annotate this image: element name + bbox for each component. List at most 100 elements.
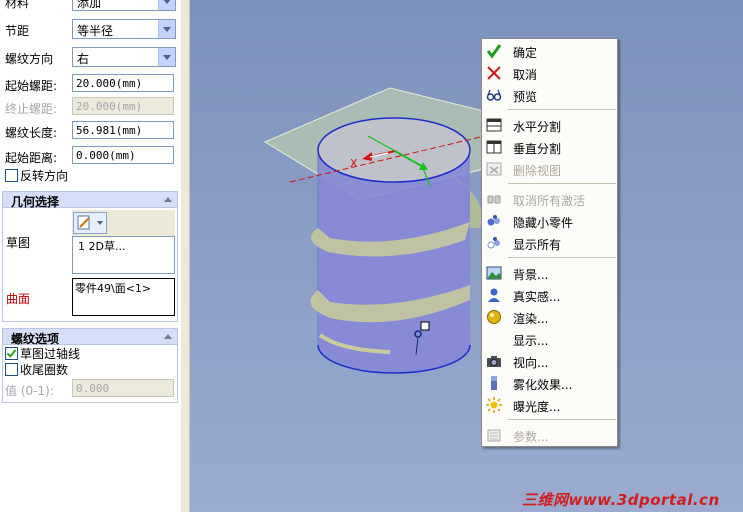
- start-pitch-label: 起始螺距:: [5, 79, 58, 93]
- geometry-section-body: 草图 1 2D草... 曲面 零件49\面<1>: [2, 208, 178, 322]
- end-pitch-input: 20.000(mm): [72, 97, 174, 115]
- menu-item-preview[interactable]: 预览: [482, 84, 617, 106]
- reverse-label: 反转方向: [20, 169, 69, 183]
- menu-item-label: 参数...: [513, 430, 549, 444]
- surface-value: 零件49\面<1>: [75, 282, 152, 295]
- menu-separator: [508, 419, 616, 420]
- tail-turns-checkbox[interactable]: [5, 363, 18, 376]
- thread-options-header[interactable]: 螺纹选项: [2, 328, 178, 346]
- menu-item-delete-view: 删除视图: [482, 158, 617, 180]
- menu-separator: [508, 109, 616, 110]
- through-axis-checkbox[interactable]: [5, 347, 18, 360]
- deactivate-icon: [487, 195, 501, 204]
- x-axis-label: X: [350, 157, 358, 170]
- background-icon: [486, 266, 502, 280]
- render-sphere-icon: [487, 310, 501, 324]
- geometry-section-header[interactable]: 几何选择: [2, 191, 178, 209]
- start-distance-label: 起始距离:: [5, 151, 58, 165]
- menu-item-label: 曝光度...: [513, 400, 561, 414]
- model-canvas[interactable]: X: [190, 0, 743, 512]
- exposure-sun-icon: [486, 397, 502, 413]
- panel-splitter[interactable]: [181, 0, 190, 512]
- delete-view-icon: [486, 162, 502, 176]
- realism-icon: [488, 288, 500, 302]
- end-pitch-label: 终止螺距:: [5, 102, 58, 116]
- cursor-handle-icon: [420, 321, 430, 331]
- direction-select[interactable]: 右: [72, 47, 176, 67]
- menu-item-vertical-split[interactable]: 垂直分割: [482, 136, 617, 158]
- sketch-label: 草图: [6, 236, 31, 250]
- material-label: 材料: [5, 0, 30, 10]
- chevron-down-icon[interactable]: [158, 20, 175, 38]
- menu-item-ok[interactable]: 确定: [482, 40, 617, 62]
- surface-selection-box[interactable]: 零件49\面<1>: [72, 278, 175, 316]
- direction-label: 螺纹方向: [5, 52, 54, 66]
- show-all-icon: [487, 237, 500, 249]
- hide-parts-icon: [487, 215, 500, 226]
- menu-item-label: 预览: [513, 90, 538, 104]
- menu-item-horizontal-split[interactable]: 水平分割: [482, 114, 617, 136]
- tail-turns-label: 收尾圈数: [20, 363, 69, 377]
- through-axis-label: 草图过轴线: [20, 347, 81, 361]
- menu-item-label: 真实感...: [513, 290, 561, 304]
- reverse-checkbox[interactable]: [5, 169, 18, 182]
- menu-item-label: 渲染...: [513, 312, 549, 326]
- sketch-tool-area: [72, 210, 175, 236]
- menu-item-view-direction[interactable]: 视向...: [482, 350, 617, 372]
- menu-item-display[interactable]: 显示...: [482, 328, 617, 350]
- value-input: 0.000: [72, 379, 174, 397]
- menu-item-label: 取消: [513, 68, 538, 82]
- chevron-down-icon[interactable]: [158, 0, 175, 10]
- menu-item-label: 雾化效果...: [513, 378, 573, 392]
- property-panel: 材料 添加 节距 等半径 螺纹方向 右 起始螺距: 20.000(mm) 终止螺…: [0, 0, 190, 512]
- cylinder-body[interactable]: [318, 150, 470, 373]
- horizontal-split-icon: [486, 118, 502, 132]
- sketch-list-item[interactable]: 1 2D草...: [78, 238, 125, 254]
- checkmark-icon: [486, 44, 502, 59]
- menu-item-label: 删除视图: [513, 164, 562, 178]
- cancel-x-icon: [487, 66, 501, 80]
- surface-label: 曲面: [6, 292, 31, 306]
- menu-item-render[interactable]: 渲染...: [482, 306, 617, 328]
- menu-item-label: 隐藏小零件: [513, 216, 574, 230]
- menu-separator: [508, 183, 616, 184]
- start-distance-input[interactable]: 0.000(mm): [72, 146, 174, 164]
- menu-item-label: 水平分割: [513, 120, 562, 134]
- menu-item-hide-small-parts[interactable]: 隐藏小零件: [482, 210, 617, 232]
- start-pitch-input[interactable]: 20.000(mm): [72, 74, 174, 92]
- menu-item-label: 垂直分割: [513, 142, 562, 156]
- direction-value: 右: [77, 52, 90, 66]
- collapse-arrow-icon[interactable]: [164, 334, 172, 339]
- chevron-down-icon[interactable]: [158, 48, 175, 66]
- menu-item-label: 背景...: [513, 268, 549, 282]
- pencil-edit-icon: [77, 215, 103, 230]
- display-icon: [486, 331, 502, 347]
- camera-icon: [487, 356, 501, 367]
- watermark: 三维网www.3dportal.cn: [522, 491, 720, 509]
- context-menu: 确定 取消 预览 水平分割 垂直分割 删除视图 取消所有激活 隐藏小零件 显示所…: [481, 38, 618, 447]
- sketch-list[interactable]: 1 2D草...: [72, 236, 175, 274]
- sketch-picker-button[interactable]: [73, 212, 107, 234]
- pitch-select[interactable]: 等半径: [72, 19, 176, 39]
- menu-item-exposure[interactable]: 曝光度...: [482, 394, 617, 416]
- menu-item-label: 视向...: [513, 356, 549, 370]
- collapse-arrow-icon[interactable]: [164, 197, 172, 202]
- material-select[interactable]: 添加: [72, 0, 176, 11]
- menu-item-label: 显示所有: [513, 238, 562, 252]
- menu-item-show-all[interactable]: 显示所有: [482, 232, 617, 254]
- length-input[interactable]: 56.981(mm): [72, 121, 174, 139]
- menu-item-label: 显示...: [513, 334, 549, 348]
- parameters-icon: [487, 429, 501, 442]
- menu-item-realism[interactable]: 真实感...: [482, 284, 617, 306]
- material-value: 添加: [77, 0, 102, 10]
- 3d-viewport[interactable]: X: [190, 0, 743, 512]
- menu-item-label: 确定: [513, 46, 538, 60]
- glasses-icon: [486, 89, 502, 101]
- pitch-label: 节距: [5, 24, 30, 38]
- menu-separator: [508, 257, 616, 258]
- menu-item-background[interactable]: 背景...: [482, 262, 617, 284]
- vertical-split-icon: [486, 140, 502, 154]
- menu-item-deactivate-all: 取消所有激活: [482, 188, 617, 210]
- menu-item-cancel[interactable]: 取消: [482, 62, 617, 84]
- menu-item-fog[interactable]: 雾化效果...: [482, 372, 617, 394]
